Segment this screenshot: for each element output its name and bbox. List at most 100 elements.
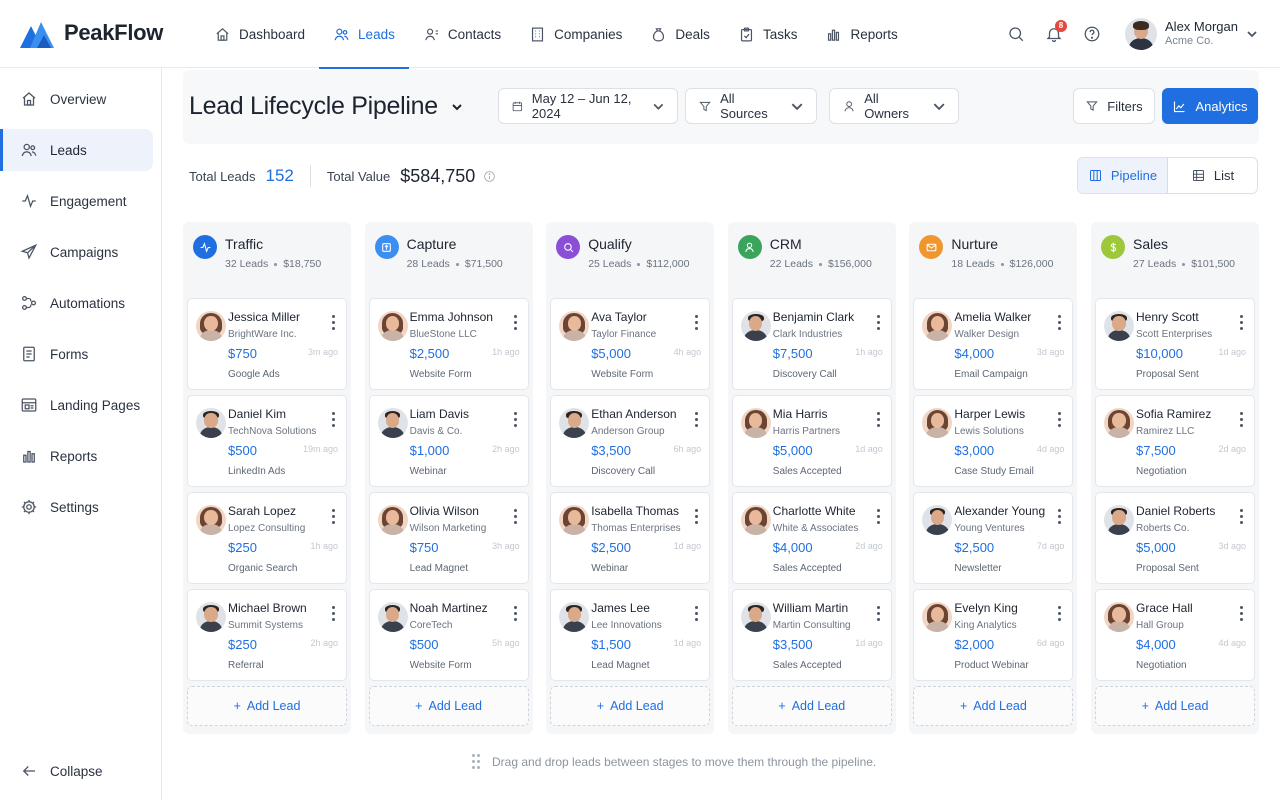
sidebar-item-settings[interactable]: Settings xyxy=(0,486,153,528)
stage-header[interactable]: Traffic 32 Leads $18,750 xyxy=(183,222,351,284)
lead-card[interactable]: Sarah Lopez Lopez Consulting $250 Organic S… xyxy=(187,492,347,584)
more-options-icon[interactable] xyxy=(695,606,699,622)
sidebar-item-forms[interactable]: Forms xyxy=(0,333,153,375)
separator-dot xyxy=(1182,262,1186,266)
more-options-icon[interactable] xyxy=(695,412,699,428)
add-lead-button[interactable]: + Add Lead xyxy=(368,686,529,726)
more-options-icon[interactable] xyxy=(1240,606,1244,622)
stage-total-value: $126,000 xyxy=(1009,258,1054,270)
more-options-icon[interactable] xyxy=(332,509,336,525)
lead-card[interactable]: Mia Harris Harris Partners $5,000 Sales Acc… xyxy=(731,395,892,487)
more-options-icon[interactable] xyxy=(876,412,881,428)
more-options-icon[interactable] xyxy=(876,509,881,525)
sidebar-item-campaigns[interactable]: Campaigns xyxy=(0,231,153,273)
add-lead-button[interactable]: + Add Lead xyxy=(731,686,892,726)
nav-deals[interactable]: Deals xyxy=(636,0,724,68)
more-options-icon[interactable] xyxy=(1240,315,1244,331)
more-options-icon[interactable] xyxy=(332,315,336,331)
stage-header[interactable]: Qualify 25 Leads $112,000 xyxy=(546,222,714,284)
lead-card[interactable]: Benjamin Clark Clark Industries $7,500 Disc… xyxy=(731,298,892,390)
more-options-icon[interactable] xyxy=(695,315,699,331)
lead-card[interactable]: Ethan Anderson Anderson Group $3,500 Discov… xyxy=(550,395,711,487)
lead-avatar xyxy=(196,505,226,535)
user-menu[interactable]: Alex Morgan Acme Co. xyxy=(1125,18,1258,50)
more-options-icon[interactable] xyxy=(513,606,518,622)
stage-meta: 25 Leads $112,000 xyxy=(588,258,689,270)
lead-card[interactable]: Evelyn King King Analytics $2,000 Product W… xyxy=(913,589,1074,681)
sidebar-item-overview[interactable]: Overview xyxy=(0,78,153,120)
add-lead-button[interactable]: + Add Lead xyxy=(187,686,347,726)
top-actions: 8 Alex Morgan Acme Co. xyxy=(997,0,1280,68)
more-options-icon[interactable] xyxy=(1240,412,1244,428)
lead-card[interactable]: Liam Davis Davis & Co. $1,000 Webinar 2h ago xyxy=(368,395,529,487)
info-icon[interactable] xyxy=(483,170,496,183)
lead-card[interactable]: Ava Taylor Taylor Finance $5,000 Website Fo… xyxy=(550,298,711,390)
owners-filter[interactable]: All Owners xyxy=(829,88,959,124)
nav-dashboard[interactable]: Dashboard xyxy=(200,0,319,68)
sidebar-item-automations[interactable]: Automations xyxy=(0,282,153,324)
lead-card[interactable]: Daniel Roberts Roberts Co. $5,000 Proposal … xyxy=(1095,492,1255,584)
filters-button[interactable]: Filters xyxy=(1073,88,1155,124)
more-options-icon[interactable] xyxy=(1058,509,1062,525)
lead-card[interactable]: Sofia Ramirez Ramirez LLC $7,500 Negotiatio… xyxy=(1095,395,1255,487)
list-view-button[interactable]: List xyxy=(1168,158,1257,193)
stage-header[interactable]: Nurture 18 Leads $126,000 xyxy=(909,222,1077,284)
brand[interactable]: PeakFlow xyxy=(20,18,163,48)
search-button[interactable] xyxy=(997,15,1035,53)
more-options-icon[interactable] xyxy=(1058,315,1062,331)
lead-card[interactable]: Jessica Miller BrightWare Inc. $750 Google … xyxy=(187,298,347,390)
sidebar-item-leads[interactable]: Leads xyxy=(0,129,153,171)
pipeline-view-button[interactable]: Pipeline xyxy=(1078,158,1168,193)
lead-card[interactable]: Amelia Walker Walker Design $4,000 Email Ca… xyxy=(913,298,1074,390)
lead-name: Benjamin Clark xyxy=(772,310,855,324)
nav-tasks[interactable]: Tasks xyxy=(724,0,812,68)
nav-leads[interactable]: Leads xyxy=(319,0,409,69)
more-options-icon[interactable] xyxy=(1240,509,1244,525)
stage-header[interactable]: Sales 27 Leads $101,500 xyxy=(1091,222,1259,284)
lead-card[interactable]: Noah Martinez CoreTech $500 Website Form 5h … xyxy=(368,589,529,681)
more-options-icon[interactable] xyxy=(1058,606,1062,622)
more-options-icon[interactable] xyxy=(876,315,881,331)
stage-column-sales: Sales 27 Leads $101,500 Henry Scott Scott En… xyxy=(1091,222,1259,734)
more-options-icon[interactable] xyxy=(513,412,518,428)
more-options-icon[interactable] xyxy=(876,606,881,622)
stage-header[interactable]: CRM 22 Leads $156,000 xyxy=(728,222,896,284)
stage-header[interactable]: Capture 28 Leads $71,500 xyxy=(365,222,533,284)
lead-card[interactable]: Grace Hall Hall Group $4,000 Negotiation 4d … xyxy=(1095,589,1255,681)
lead-card[interactable]: Emma Johnson BlueStone LLC $2,500 Website F… xyxy=(368,298,529,390)
more-options-icon[interactable] xyxy=(695,509,699,525)
more-options-icon[interactable] xyxy=(1058,412,1062,428)
lead-card[interactable]: Michael Brown Summit Systems $250 Referral 2… xyxy=(187,589,347,681)
lead-card[interactable]: Daniel Kim TechNova Solutions $500 LinkedIn… xyxy=(187,395,347,487)
pipeline-selector[interactable]: Lead Lifecycle Pipeline xyxy=(189,92,464,121)
add-lead-button[interactable]: + Add Lead xyxy=(913,686,1074,726)
nav-contacts[interactable]: Contacts xyxy=(409,0,515,68)
lead-card[interactable]: James Lee Lee Innovations $1,500 Lead Magne… xyxy=(550,589,711,681)
lead-card[interactable]: Alexander Young Young Ventures $2,500 Newsl… xyxy=(913,492,1074,584)
analytics-button[interactable]: Analytics xyxy=(1162,88,1258,124)
lead-card[interactable]: Henry Scott Scott Enterprises $10,000 Propo… xyxy=(1095,298,1255,390)
more-options-icon[interactable] xyxy=(513,315,518,331)
notifications-button[interactable]: 8 xyxy=(1035,15,1073,53)
lead-card[interactable]: Harper Lewis Lewis Solutions $3,000 Case St… xyxy=(913,395,1074,487)
lead-card[interactable]: Olivia Wilson Wilson Marketing $750 Lead Ma… xyxy=(368,492,529,584)
lead-card[interactable]: Charlotte White White & Associates $4,000 S… xyxy=(731,492,892,584)
collapse-sidebar-button[interactable]: Collapse xyxy=(20,762,103,780)
help-button[interactable] xyxy=(1073,15,1111,53)
nav-reports[interactable]: Reports xyxy=(811,0,911,68)
more-options-icon[interactable] xyxy=(332,606,336,622)
sidebar-item-engagement[interactable]: Engagement xyxy=(0,180,153,222)
lead-value: $5,000 xyxy=(591,346,631,361)
add-lead-button[interactable]: + Add Lead xyxy=(550,686,711,726)
more-options-icon[interactable] xyxy=(513,509,518,525)
sidebar-item-reports[interactable]: Reports xyxy=(0,435,153,477)
date-range-filter[interactable]: May 12 – Jun 12, 2024 xyxy=(498,88,678,124)
total-leads-label: Total Leads xyxy=(189,168,256,184)
add-lead-button[interactable]: + Add Lead xyxy=(1095,686,1255,726)
nav-companies[interactable]: Companies xyxy=(515,0,636,68)
lead-card[interactable]: William Martin Martin Consulting $3,500 Sal… xyxy=(731,589,892,681)
sidebar-item-landing-pages[interactable]: Landing Pages xyxy=(0,384,153,426)
sources-filter[interactable]: All Sources xyxy=(685,88,817,124)
more-options-icon[interactable] xyxy=(332,412,336,428)
lead-card[interactable]: Isabella Thomas Thomas Enterprises $2,500 W… xyxy=(550,492,711,584)
